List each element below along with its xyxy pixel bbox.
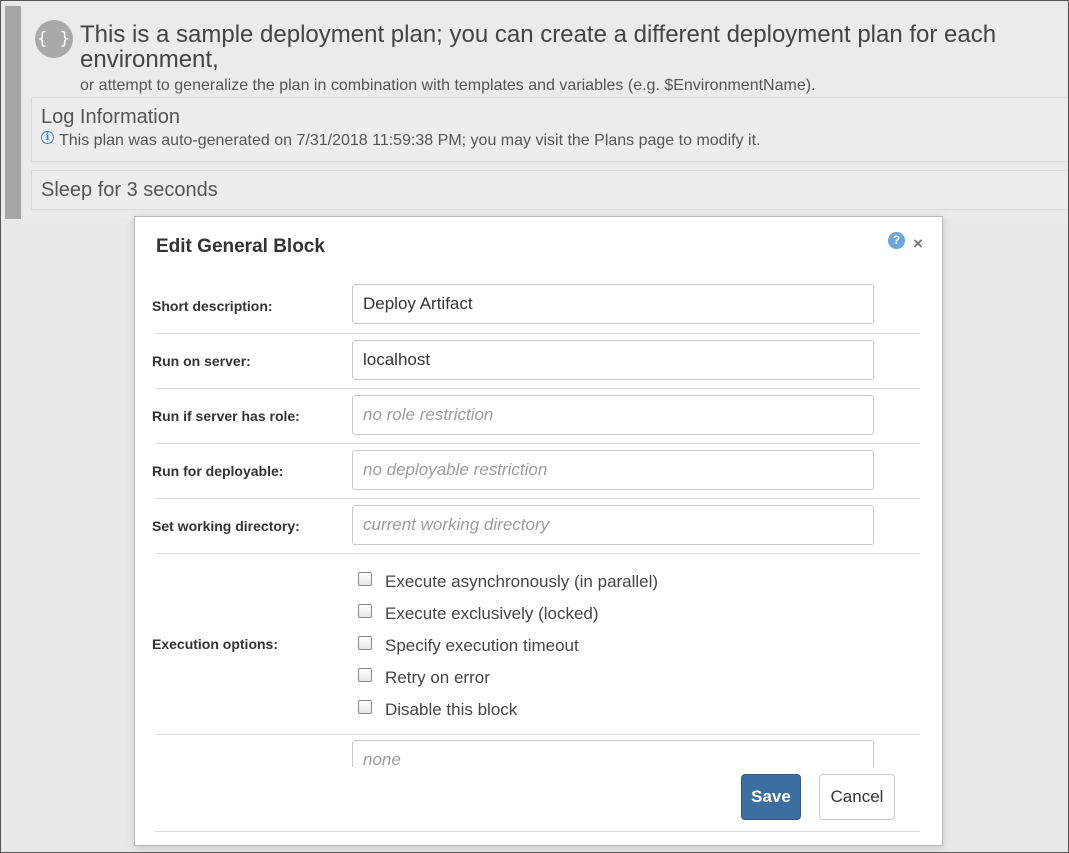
working-directory-row: Set working directory: — [152, 499, 920, 554]
deployable-input[interactable] — [352, 450, 874, 490]
execution-options-list: Execute asynchronously (in parallel) Exe… — [358, 566, 658, 726]
extra-input[interactable] — [352, 740, 874, 767]
sleep-block[interactable]: Sleep for 3 seconds — [31, 170, 1067, 210]
log-information-title: Log Information — [41, 106, 180, 128]
execution-options-label: Execution options: — [152, 636, 278, 652]
execution-timeout-checkbox[interactable] — [358, 636, 372, 650]
run-on-server-label: Run on server: — [152, 353, 251, 369]
log-information-text: This plan was auto-generated on 7/31/201… — [59, 132, 761, 149]
disable-block-checkbox[interactable] — [358, 700, 372, 714]
braces-icon: { } — [35, 20, 73, 58]
execute-async-option[interactable]: Execute asynchronously (in parallel) — [358, 566, 658, 598]
disable-block-label: Disable this block — [385, 700, 518, 719]
execution-timeout-label: Specify execution timeout — [385, 636, 579, 655]
close-icon[interactable]: × — [913, 234, 923, 254]
edit-general-block-dialog: Edit General Block ? × Short description… — [134, 216, 943, 846]
deployment-plan: { } This is a sample deployment plan; yo… — [5, 6, 1067, 219]
log-information-block[interactable]: Log Information i This plan was auto-gen… — [31, 97, 1067, 162]
retry-on-error-option[interactable]: Retry on error — [358, 662, 658, 694]
disable-block-option[interactable]: Disable this block — [358, 694, 658, 726]
short-description-label: Short description: — [152, 298, 273, 314]
retry-on-error-label: Retry on error — [385, 668, 490, 687]
server-role-label: Run if server has role: — [152, 408, 300, 424]
retry-on-error-checkbox[interactable] — [358, 668, 372, 682]
server-role-input[interactable] — [352, 395, 874, 435]
extra-field-clip — [155, 740, 920, 767]
deployable-row: Run for deployable: — [152, 444, 920, 499]
execute-exclusive-option[interactable]: Execute exclusively (locked) — [358, 598, 658, 630]
help-icon[interactable]: ? — [888, 232, 905, 249]
log-information-message: i This plan was auto-generated on 7/31/2… — [41, 130, 761, 150]
execute-exclusive-checkbox[interactable] — [358, 604, 372, 618]
working-directory-input[interactable] — [352, 505, 874, 545]
dialog-title: Edit General Block — [156, 236, 325, 257]
cancel-button[interactable]: Cancel — [819, 774, 895, 820]
short-description-input[interactable] — [352, 284, 874, 324]
execution-options-row: Execution options: Execute asynchronousl… — [152, 554, 920, 735]
execute-async-label: Execute asynchronously (in parallel) — [385, 572, 659, 591]
execution-timeout-option[interactable]: Specify execution timeout — [358, 630, 658, 662]
execute-exclusive-label: Execute exclusively (locked) — [385, 604, 599, 623]
dialog-footer-divider — [155, 831, 920, 832]
info-icon: i — [41, 130, 54, 144]
sleep-block-title: Sleep for 3 seconds — [41, 179, 218, 201]
short-description-row: Short description: — [152, 284, 920, 334]
save-button[interactable]: Save — [741, 774, 801, 820]
execute-async-checkbox[interactable] — [358, 572, 372, 586]
server-role-row: Run if server has role: — [152, 389, 920, 444]
plan-title: This is a sample deployment plan; you ca… — [80, 21, 997, 73]
run-on-server-input[interactable] — [352, 340, 874, 380]
run-on-server-row: Run on server: — [152, 334, 920, 389]
deployable-label: Run for deployable: — [152, 463, 284, 479]
plan-subtitle: or attempt to generalize the plan in com… — [80, 77, 816, 94]
working-directory-label: Set working directory: — [152, 518, 300, 534]
